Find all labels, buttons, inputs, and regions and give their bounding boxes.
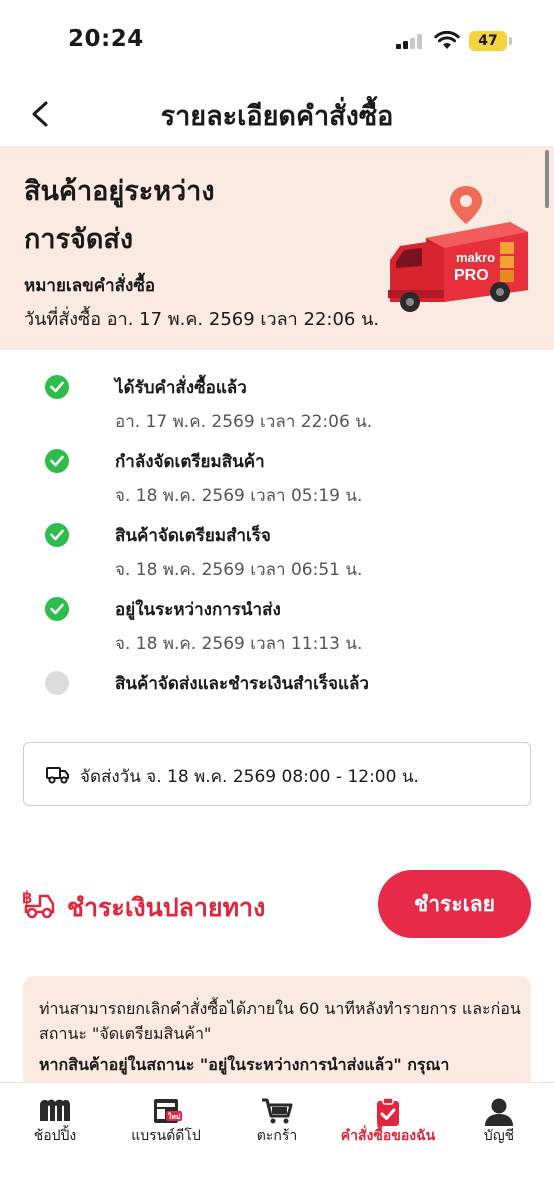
check-circle-icon (45, 523, 69, 547)
bottom-navigation: ช้อปปิ้ง ใหม่ แบรนด์ดีโป ตะกร้า คำสั่งซื… (0, 1082, 554, 1200)
timeline-step-title: ได้รับคำสั่งซื้อแล้ว (115, 378, 247, 398)
timeline-step-title: อยู่ในระหว่างการนำส่ง (115, 600, 281, 620)
check-circle-icon (45, 449, 69, 473)
header: รายละเอียดคำสั่งซื้อ (0, 80, 554, 146)
pay-now-button[interactable]: ชำระเลย (378, 870, 531, 938)
order-status-banner: สินค้าอยู่ระหว่าง การจัดส่ง หมายเลขคำสั่… (0, 146, 554, 350)
nav-label: ช้อปปิ้ง (33, 1128, 77, 1144)
timeline-step-time: จ. 18 พ.ค. 2569 เวลา 11:13 น. (115, 634, 363, 654)
cash-on-delivery-icon: ฿ (22, 890, 55, 919)
truck-brand-bottom: PRO (454, 267, 489, 284)
nav-label: ตะกร้า (256, 1128, 298, 1144)
pending-circle-icon (45, 671, 69, 695)
check-circle-icon (45, 597, 69, 621)
makro-m-icon (40, 1099, 70, 1121)
truck-icon (46, 767, 69, 784)
notice-warning-text: หากสินค้าอยู่ในสถานะ "อยู่ในระหว่างการนำ… (39, 1055, 450, 1074)
order-check-icon (377, 1097, 399, 1126)
timeline-step-title: สินค้าจัดส่งและชำระเงินสำเร็จแล้ว (115, 674, 369, 694)
check-circle-icon (45, 375, 69, 399)
delivery-truck-illustration: makro PRO (388, 186, 528, 312)
nav-label-active: คำสั่งซื้อของฉัน (340, 1128, 436, 1144)
payment-method: ชำระเงินปลายทาง (67, 893, 266, 922)
nav-item-my-orders[interactable]: คำสั่งซื้อของฉัน (333, 1083, 443, 1163)
timeline-step-title: สินค้าจัดเตรียมสำเร็จ (115, 526, 271, 546)
svg-text:฿: ฿ (22, 890, 32, 907)
nav-item-cart[interactable]: ตะกร้า (222, 1083, 332, 1163)
nav-label: บัญชี (483, 1128, 515, 1144)
battery-indicator: 47 (469, 31, 507, 51)
battery-tip (509, 37, 512, 45)
timeline-step-title: กำลังจัดเตรียมสินค้า (115, 452, 265, 472)
order-number-label: หมายเลขคำสั่งซื้อ (24, 276, 156, 296)
scrollbar[interactable] (545, 150, 549, 208)
timeline-step-time: อา. 17 พ.ค. 2569 เวลา 22:06 น. (115, 412, 373, 432)
delivery-slot: จัดส่งวัน จ. 18 พ.ค. 2569 08:00 - 12:00 … (23, 742, 531, 806)
order-status-line1: สินค้าอยู่ระหว่าง (24, 176, 215, 207)
nav-label: แบรนด์ดีโป (131, 1128, 201, 1144)
wifi-icon (434, 30, 460, 49)
order-status-line2: การจัดส่ง (24, 224, 134, 255)
new-badge: ใหม่ (168, 1112, 181, 1121)
timeline-step-time: จ. 18 พ.ค. 2569 เวลา 05:19 น. (115, 486, 363, 506)
person-icon (485, 1098, 513, 1126)
nav-item-shopping[interactable]: ช้อปปิ้ง (0, 1083, 110, 1163)
page-title: รายละเอียดคำสั่งซื้อ (160, 101, 394, 132)
store-icon: ใหม่ (154, 1099, 182, 1123)
nav-item-account[interactable]: บัญชี (444, 1083, 554, 1163)
status-bar: 20:24 47 (0, 0, 554, 80)
order-status-heading: สินค้าอยู่ระหว่าง การจัดส่ง (24, 168, 354, 264)
delivery-slot-text: จัดส่งวัน จ. 18 พ.ค. 2569 08:00 - 12:00 … (80, 767, 419, 787)
timeline-step-time: จ. 18 พ.ค. 2569 เวลา 06:51 น. (115, 560, 363, 580)
cellular-signal-icon (396, 33, 424, 49)
truck-brand-top: makro (456, 250, 495, 265)
order-date: วันที่สั่งซื้อ อา. 17 พ.ค. 2569 เวลา 22:… (24, 309, 380, 330)
notice-text: ท่านสามารถยกเลิกคำสั่งซื้อได้ภายใน 60 นา… (39, 999, 521, 1043)
status-time: 20:24 (68, 26, 144, 52)
nav-item-brand-depot[interactable]: ใหม่ แบรนด์ดีโป (111, 1083, 221, 1163)
cart-icon (262, 1098, 293, 1124)
